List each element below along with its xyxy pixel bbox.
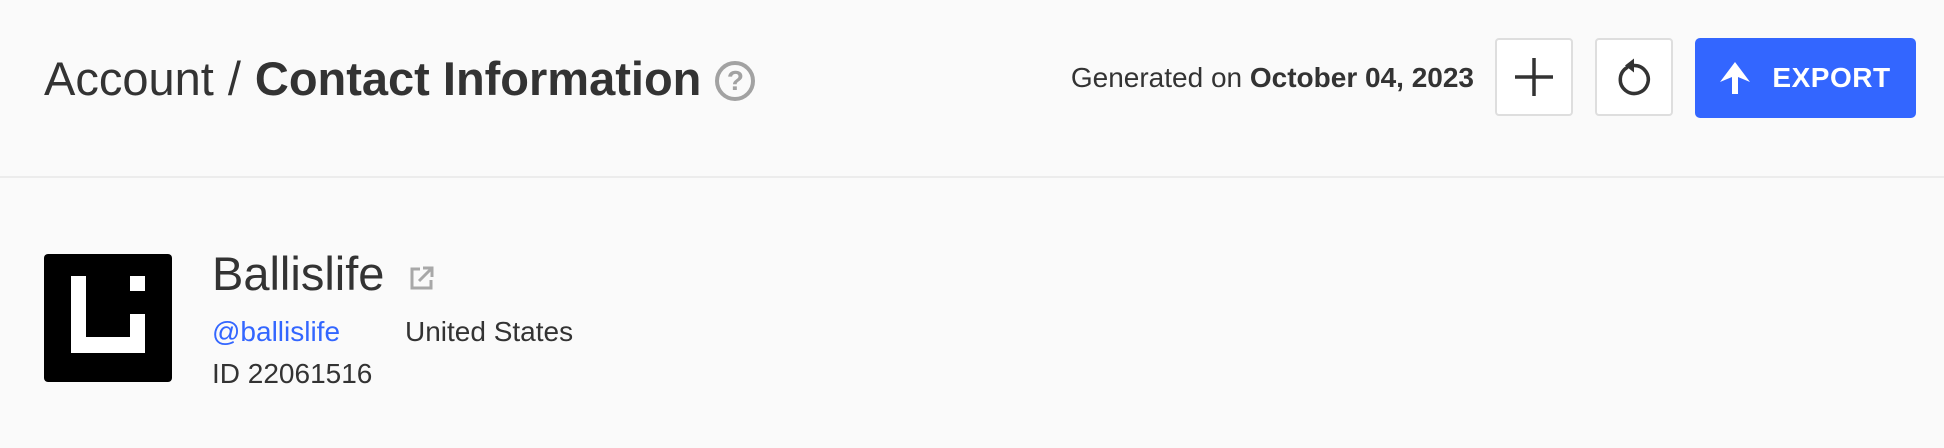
generated-info: Generated on October 04, 2023 xyxy=(1071,56,1474,100)
export-label: EXPORT xyxy=(1772,62,1891,93)
page-header: Account / Contact Information ? Generate… xyxy=(0,0,1944,178)
plus-icon xyxy=(1515,58,1553,96)
generated-prefix: Generated on xyxy=(1070,62,1243,93)
page-title: Contact Information xyxy=(254,51,702,105)
breadcrumb-root[interactable]: Account xyxy=(44,51,214,106)
profile-account-id: ID 22061516 xyxy=(212,358,373,389)
profile-country: United States xyxy=(405,316,574,347)
profile-logo xyxy=(44,254,172,382)
help-icon[interactable]: ? xyxy=(715,61,756,101)
add-button[interactable] xyxy=(1495,38,1573,116)
refresh-button[interactable] xyxy=(1595,38,1673,116)
generated-date: October 04, 2023 xyxy=(1249,62,1474,93)
breadcrumb-separator: / xyxy=(227,51,241,105)
profile-handle-link[interactable]: @ballislife xyxy=(212,314,340,350)
refresh-icon xyxy=(1618,58,1651,96)
upload-arrow-icon xyxy=(1720,62,1751,94)
export-button[interactable]: EXPORT xyxy=(1695,38,1916,118)
ballislife-logo xyxy=(71,276,145,353)
external-link-icon[interactable] xyxy=(410,266,434,290)
profile-name-text: Ballislife xyxy=(212,247,385,300)
breadcrumb: Account / Contact Information ? xyxy=(44,46,756,110)
profile-name: Ballislife xyxy=(212,246,434,302)
